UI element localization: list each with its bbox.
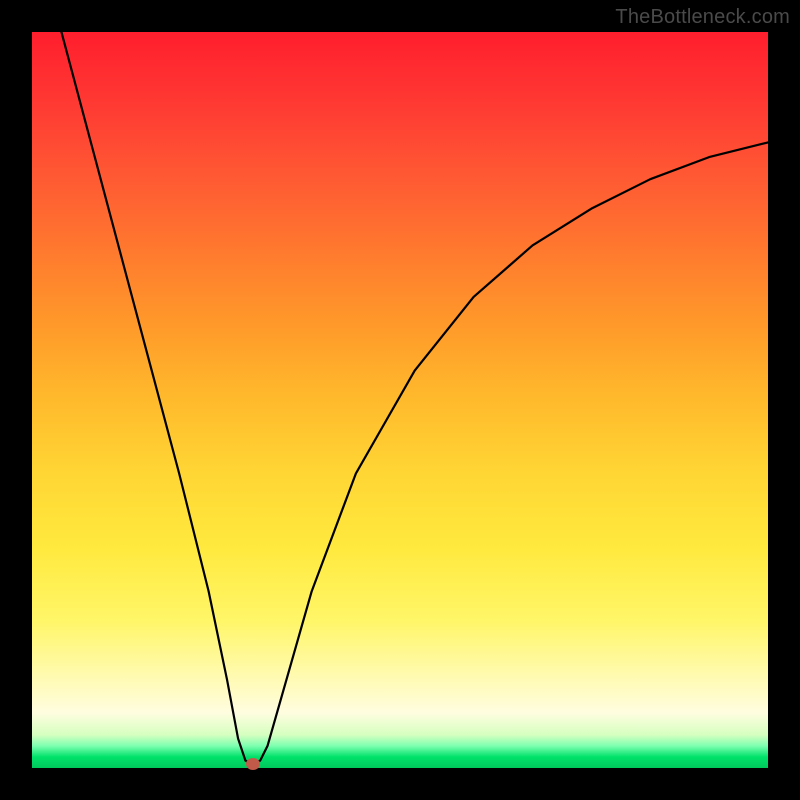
plot-area xyxy=(32,32,768,768)
bottleneck-curve xyxy=(32,32,768,768)
curve-path xyxy=(61,32,768,764)
watermark-text: TheBottleneck.com xyxy=(615,6,790,29)
chart-frame: TheBottleneck.com xyxy=(0,0,800,800)
minimum-marker xyxy=(246,758,260,770)
